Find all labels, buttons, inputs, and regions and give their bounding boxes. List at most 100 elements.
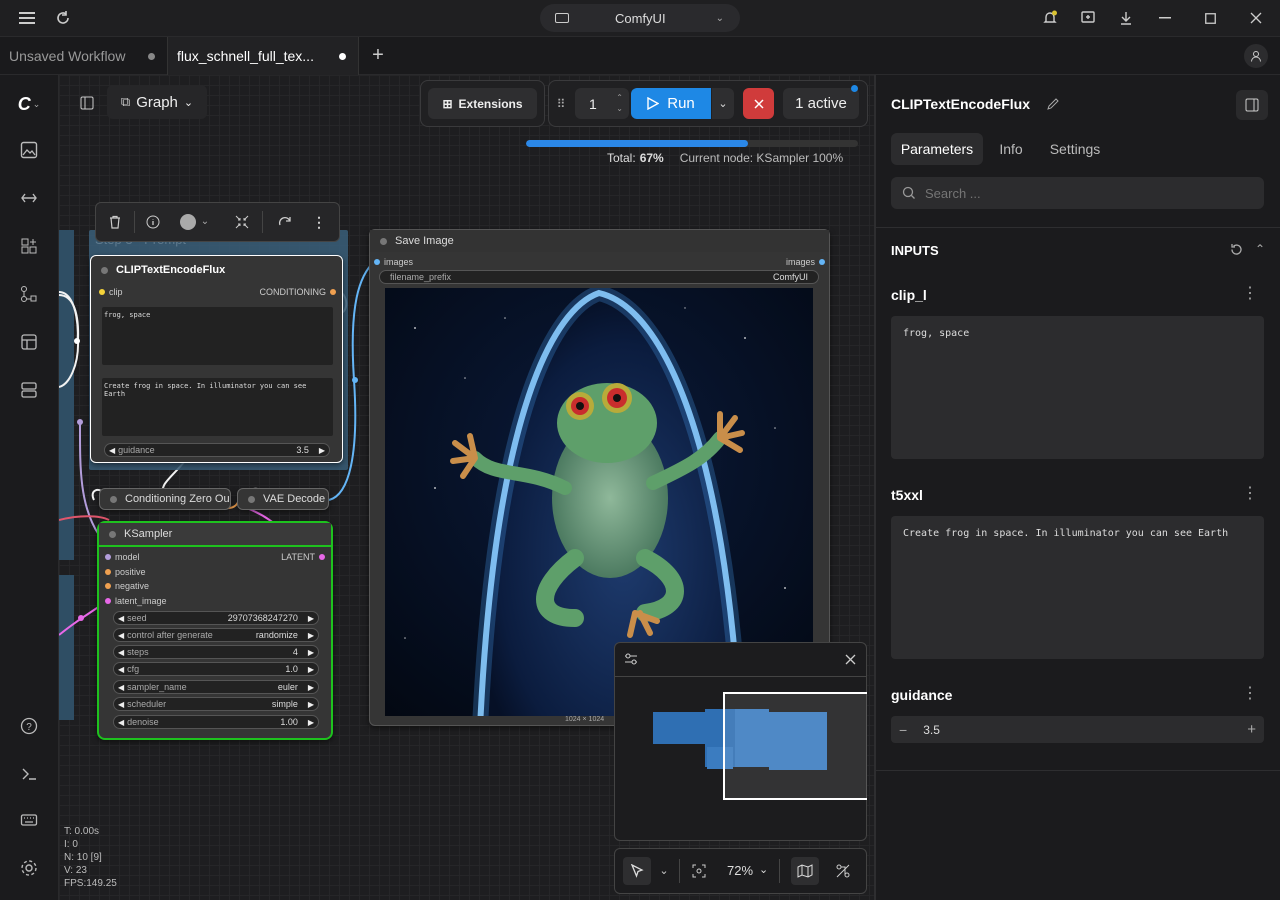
comfy-logo-icon[interactable]: C ⌄ <box>18 93 41 115</box>
maximize-icon[interactable] <box>1200 8 1220 28</box>
widget-denoise[interactable]: ◀ denoise 1.00 ▶ <box>113 715 319 729</box>
tab-label: Unsaved Workflow <box>9 48 126 64</box>
input-positive[interactable]: positive <box>105 567 146 577</box>
bypass-icon[interactable] <box>276 213 294 231</box>
textarea-t5xxl[interactable]: Create frog in space. In illuminator you… <box>891 516 1264 659</box>
node-ksampler[interactable]: KSampler model positive negative latent_… <box>97 521 333 740</box>
workflows-icon[interactable] <box>18 379 40 401</box>
minimap[interactable] <box>614 642 867 841</box>
node-conditioning-zero-out[interactable]: Conditioning Zero Ou <box>99 488 231 510</box>
refresh-icon[interactable] <box>53 8 73 28</box>
widget-scheduler[interactable]: ◀ scheduler simple ▶ <box>113 697 319 711</box>
link-visibility-icon[interactable] <box>835 863 851 879</box>
templates-icon[interactable] <box>18 331 40 353</box>
minimap-settings-icon[interactable] <box>623 651 639 667</box>
widget-value: ComfyUI <box>772 272 808 282</box>
notification-bell-icon[interactable] <box>1040 8 1060 28</box>
chevron-down-icon[interactable]: ⌄ <box>657 863 671 877</box>
graph-mode-dropdown[interactable]: ⧉ Graph ⌄ <box>107 85 207 119</box>
minimap-toggle-icon[interactable] <box>791 857 819 885</box>
widget-value: 1.00 <box>280 717 298 727</box>
images-icon[interactable] <box>18 139 40 161</box>
output-conditioning[interactable]: CONDITIONING <box>260 287 336 297</box>
panel-toggle-icon[interactable] <box>78 94 96 112</box>
widget-sampler-name[interactable]: ◀ sampler_name euler ▶ <box>113 680 319 694</box>
zoom-dropdown[interactable]: 72% ⌄ <box>727 863 768 878</box>
info-icon[interactable] <box>144 213 162 231</box>
run-options-chevron-icon[interactable]: ⌄ <box>712 88 734 119</box>
chevron-up-icon[interactable]: ⌃ <box>1252 241 1268 257</box>
node-clip-text-encode-flux[interactable]: CLIPTextEncodeFlux clip CONDITIONING fro… <box>90 255 343 463</box>
widget-filename-prefix[interactable]: filename_prefix ComfyUI <box>379 270 819 284</box>
keyboard-icon[interactable] <box>18 809 40 831</box>
widget-steps[interactable]: ◀ steps 4 ▶ <box>113 645 319 659</box>
batch-count-input[interactable]: 1 ⌃ ⌄ <box>575 88 629 119</box>
node-library-icon[interactable] <box>18 235 40 257</box>
more-options-icon[interactable]: ⋮ <box>310 213 328 231</box>
minus-icon[interactable]: − <box>899 722 907 738</box>
input-latent-image[interactable]: latent_image <box>105 596 167 606</box>
run-button[interactable]: Run <box>631 88 711 119</box>
stepper-icon[interactable]: ⌃ ⌄ <box>616 92 623 114</box>
extensions-button[interactable]: ⊞ Extensions <box>428 88 537 119</box>
minimize-icon[interactable] <box>1155 8 1175 28</box>
select-tool-icon[interactable] <box>623 857 651 885</box>
input-negative[interactable]: negative <box>105 581 149 591</box>
guidance-stepper[interactable]: − 3.5 + <box>891 716 1264 743</box>
tab-settings[interactable]: Settings <box>1040 133 1110 165</box>
graph-canvas[interactable]: Step 3 - Prompt ⌄ ⋮ CLIPTextEncodeFlux c… <box>59 75 874 900</box>
widget-seed[interactable]: ◀ seed 29707368247270 ▶ <box>113 611 319 625</box>
more-options-icon[interactable]: ⋮ <box>1242 686 1258 702</box>
more-options-icon[interactable]: ⋮ <box>1242 286 1258 302</box>
terminal-icon[interactable] <box>18 763 40 785</box>
feedback-icon[interactable] <box>1078 8 1098 28</box>
help-icon[interactable]: ? <box>18 715 40 737</box>
textarea-clip-l[interactable]: frog, space <box>891 316 1264 459</box>
widget-cfg[interactable]: ◀ cfg 1.0 ▶ <box>113 662 319 676</box>
output-images[interactable]: images <box>786 257 825 267</box>
reset-icon[interactable] <box>1228 241 1244 257</box>
trash-icon[interactable] <box>106 213 124 231</box>
input-clip[interactable]: clip <box>99 287 123 297</box>
close-window-icon[interactable] <box>1246 8 1266 28</box>
plus-icon[interactable]: + <box>1247 721 1256 738</box>
tab-unsaved-workflow[interactable]: Unsaved Workflow <box>0 37 167 75</box>
output-latent[interactable]: LATENT <box>281 552 325 562</box>
active-label: 1 active <box>795 95 847 112</box>
widget-label: guidance <box>118 445 155 455</box>
widget-control-after-generate[interactable]: ◀ control after generate randomize ▶ <box>113 628 319 642</box>
more-options-icon[interactable]: ⋮ <box>1242 486 1258 502</box>
widget-guidance[interactable]: ◀ guidance 3.5 ▶ <box>104 443 330 457</box>
edit-pencil-icon[interactable] <box>1044 95 1062 113</box>
new-tab-icon[interactable]: + <box>368 44 388 66</box>
menu-icon[interactable] <box>17 8 37 28</box>
chevron-down-icon[interactable]: ⌄ <box>199 214 211 228</box>
minimap-close-icon[interactable] <box>842 651 858 667</box>
color-picker-icon[interactable] <box>180 214 196 230</box>
fit-view-icon[interactable] <box>691 863 707 879</box>
tab-flux-schnell[interactable]: flux_schnell_full_tex... <box>167 37 359 75</box>
stat-fps: FPS:149.25 <box>64 878 117 889</box>
tab-info[interactable]: Info <box>990 133 1032 165</box>
queue-icon[interactable] <box>18 187 40 209</box>
drag-handle-icon[interactable]: ⠿ <box>555 96 567 112</box>
input-images[interactable]: images <box>374 257 413 267</box>
text-t5xxl[interactable]: Create frog in space. In illuminator you… <box>102 378 333 436</box>
tab-parameters[interactable]: Parameters <box>891 133 983 165</box>
settings-gear-icon[interactable] <box>18 857 40 879</box>
node-title: CLIPTextEncodeFlux <box>116 264 226 276</box>
user-avatar-icon[interactable] <box>1244 44 1268 68</box>
search-input[interactable] <box>925 185 1245 201</box>
model-library-icon[interactable] <box>18 283 40 305</box>
workspace-switcher[interactable]: ComfyUI ⌄ <box>540 4 740 32</box>
input-model[interactable]: model <box>105 552 140 562</box>
panel-toggle-icon[interactable] <box>1236 90 1268 120</box>
collapse-icon[interactable] <box>233 213 251 231</box>
text-clip-l[interactable]: frog, space <box>102 307 333 365</box>
active-queue-button[interactable]: 1 active <box>783 88 859 119</box>
play-icon <box>647 97 660 110</box>
node-vae-decode[interactable]: VAE Decode <box>237 488 329 510</box>
cancel-run-button[interactable] <box>743 88 774 119</box>
download-icon[interactable] <box>1116 8 1136 28</box>
search-field[interactable] <box>891 177 1264 209</box>
